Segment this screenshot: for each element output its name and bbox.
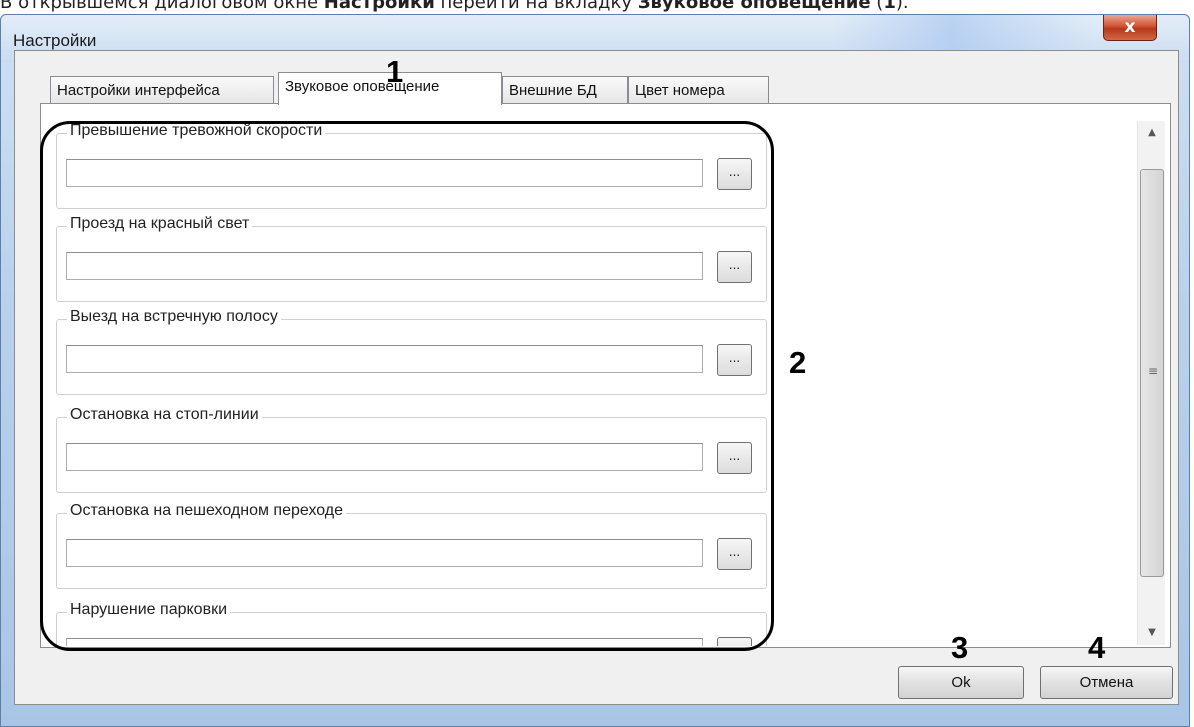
browse-button[interactable]: ... [717,442,752,474]
sound-file-field[interactable] [66,252,703,280]
callout-3: 3 [951,630,969,665]
browse-button[interactable]: ... [717,637,752,646]
group-parking: Нарушение парковки ... [56,601,767,646]
tab-label: Звуковое оповещение [285,78,440,95]
callout-1: 1 [386,54,404,89]
window-title: Настройки [13,31,97,50]
instruction-bold-tab: Звуковое оповещение [637,0,871,13]
group-label: Выезд на встречную полосу [67,308,281,326]
browse-button[interactable]: ... [717,251,752,283]
tab-label: Настройки интерфейса [57,82,220,99]
document-instruction: В открывшемся диалоговом окне Настройки … [0,0,1194,14]
close-button[interactable]: x [1103,15,1157,41]
callout-2: 2 [789,345,807,380]
group-label: Остановка на пешеходном переходе [67,502,347,520]
instruction-text: перейти на вкладку [434,0,638,13]
group-label: Проезд на красный свет [67,215,253,233]
group-stop-line: Остановка на стоп-линии ... [56,406,767,493]
scroll-down-icon[interactable]: ▼ [1138,621,1166,645]
scroll-up-icon[interactable]: ▲ [1138,121,1166,145]
browse-button[interactable]: ... [717,344,752,376]
tab-plate-color[interactable]: Цвет номера [628,76,769,103]
group-pedestrian-crossing: Остановка на пешеходном переходе ... [56,502,767,589]
sound-file-field[interactable] [66,345,703,373]
instruction-bold-dialog: Настройки [323,0,435,13]
vertical-scrollbar[interactable]: ▲ ≡ ▼ [1137,121,1165,645]
scroll-thumb[interactable]: ≡ [1140,169,1164,577]
close-icon: x [1124,17,1136,37]
group-speed-alarm: Превышение тревожной скорости ... [56,122,767,209]
sound-file-field[interactable] [66,539,703,567]
group-label: Остановка на стоп-линии [67,406,262,424]
tab-external-db[interactable]: Внешние БД [502,76,628,103]
scroll-viewport-clip: Нарушение парковки ... [41,600,771,646]
sound-file-field[interactable] [66,443,703,471]
group-label: Нарушение парковки [67,601,230,619]
group-label: Превышение тревожной скорости [67,122,326,140]
group-oncoming-lane: Выезд на встречную полосу ... [56,308,767,395]
tab-interface-settings[interactable]: Настройки интерфейса [50,76,274,103]
ok-button[interactable]: Ok [898,666,1024,699]
instruction-ref: 1 [883,0,896,13]
group-red-light: Проезд на красный свет ... [56,215,767,302]
sound-file-field[interactable] [66,159,703,187]
grip-icon: ≡ [1148,364,1159,378]
browse-button[interactable]: ... [717,158,752,190]
cancel-button[interactable]: Отмена [1040,666,1173,699]
instruction-text: ( [870,0,884,13]
tab-label: Цвет номера [635,82,725,99]
instruction-text: В открывшемся диалоговом окне [0,0,324,13]
instruction-text: ). [895,0,909,13]
browse-button[interactable]: ... [717,538,752,570]
tab-label: Внешние БД [509,82,597,99]
callout-4: 4 [1088,630,1106,665]
sound-file-field[interactable] [66,638,703,646]
